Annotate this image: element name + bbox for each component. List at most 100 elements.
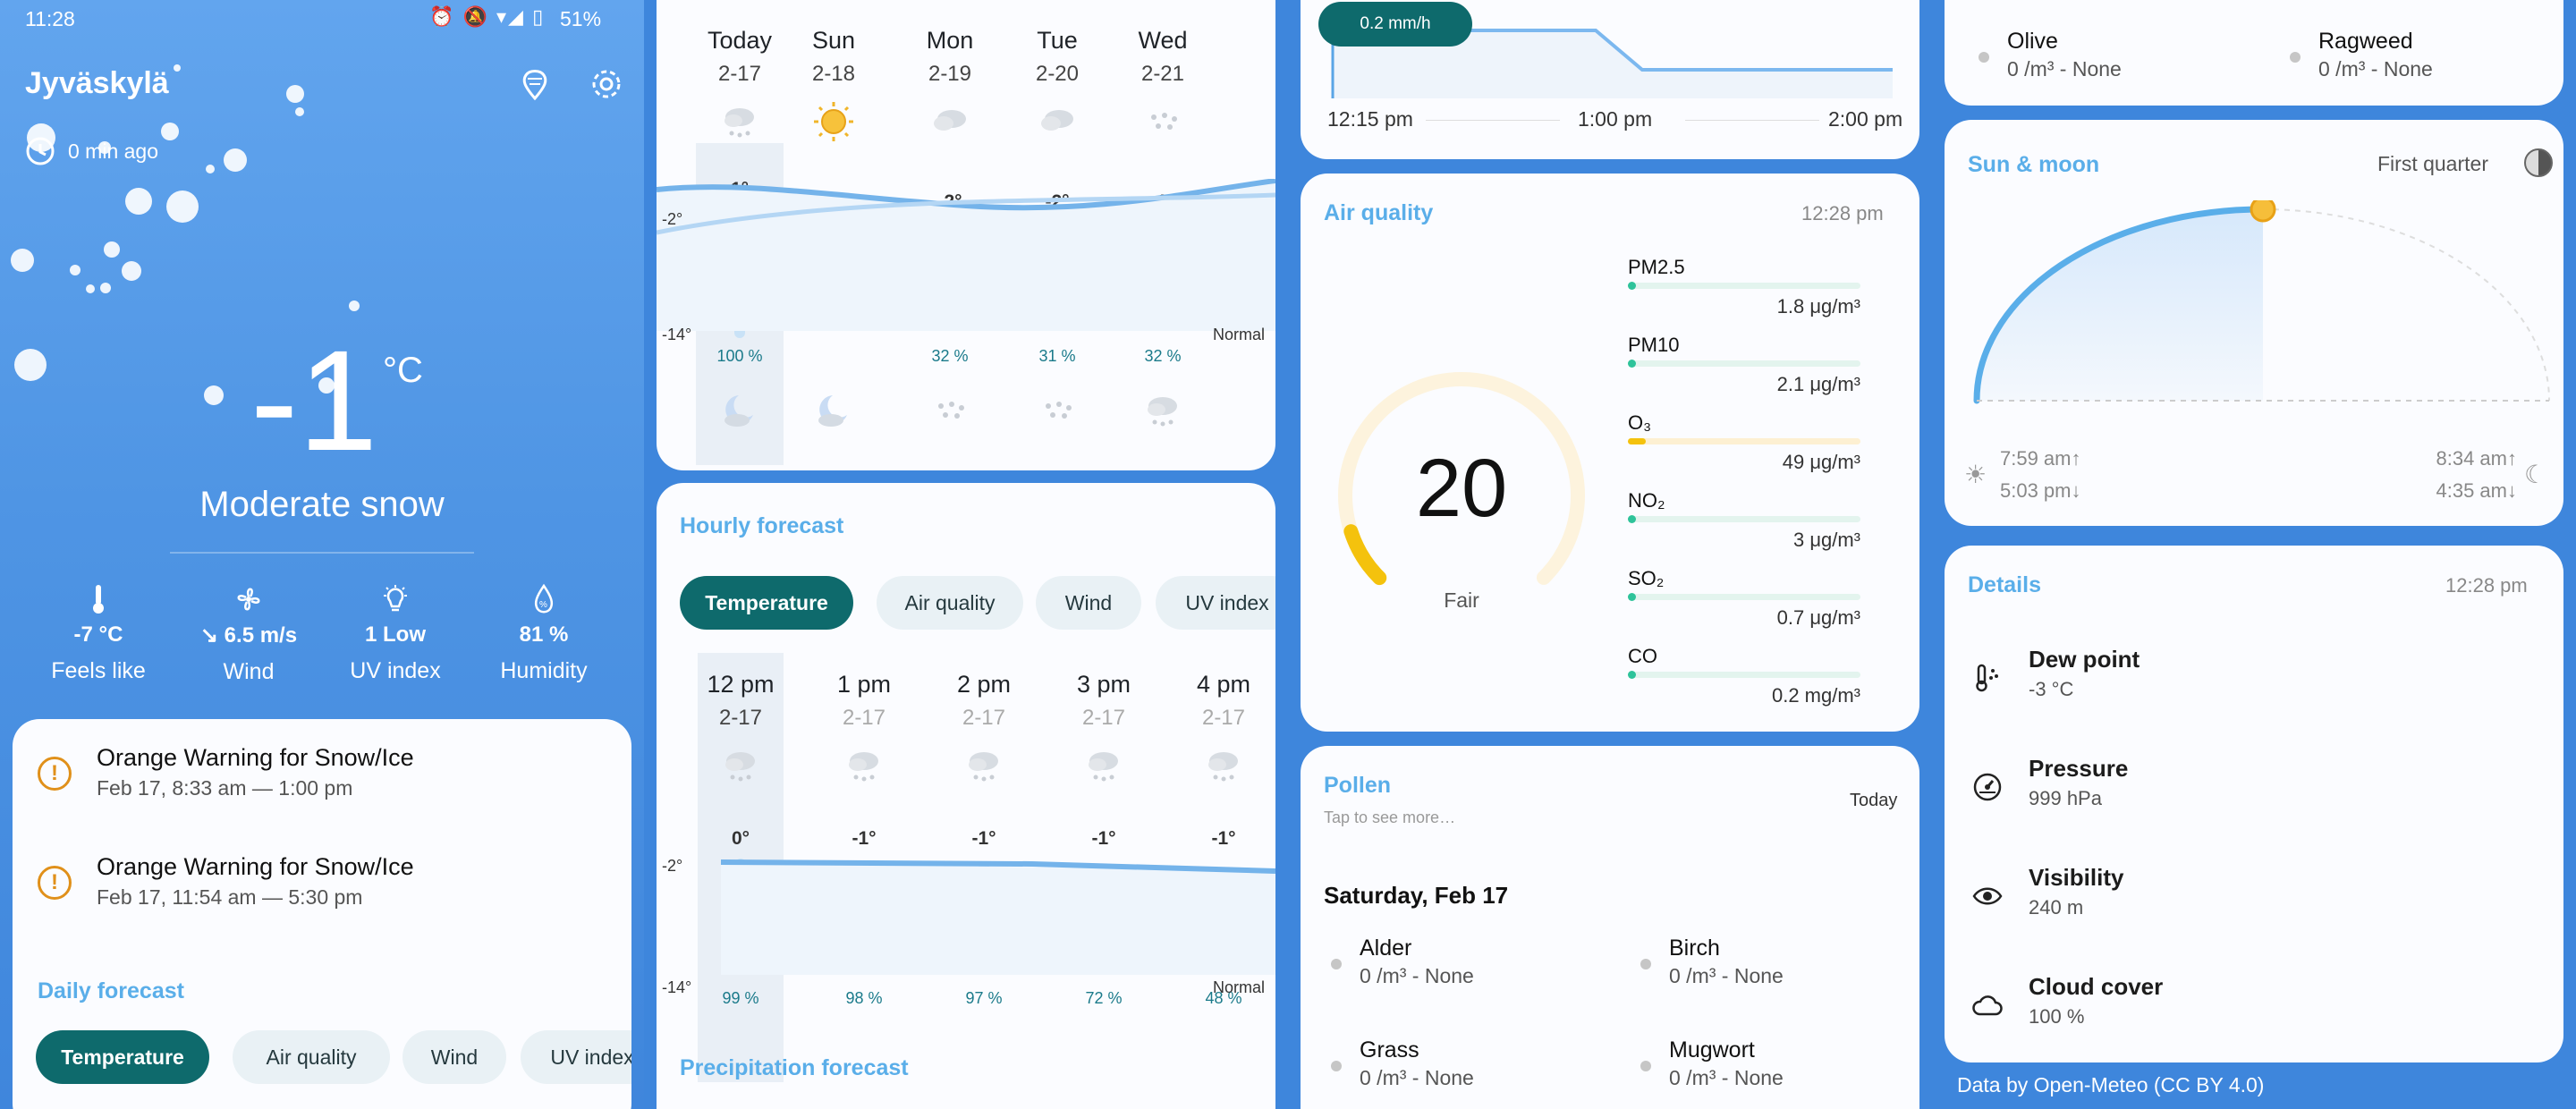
chip-air-quality[interactable]: Air quality [877,576,1023,630]
detail-name: Cloud cover [2029,973,2164,1000]
pollen-level-dot [1640,959,1651,969]
daily-forecast-day[interactable]: Today2-171°-7°100 % [686,27,793,427]
axis-bottom-label: -14° [662,978,692,996]
pollutant-level [1628,515,1636,523]
snowflake [206,165,215,174]
stat-value: 81 % [519,622,569,647]
pollutant-level [1628,282,1636,290]
sunrise-time: 7:59 am↑ [2000,447,2081,470]
snowflake [295,107,304,116]
pollen-date: Saturday, Feb 17 [1324,882,1509,909]
hour-date: 2-17 [842,706,886,730]
pollutant-value: 2.1 μg/m³ [1776,373,1860,395]
stat-label: Wind [223,659,275,684]
sunset-time: 5:03 pm↓ [2000,479,2081,502]
current-stat: ↘ 6.5 m/s Wind [177,583,320,685]
locations-icon[interactable] [517,66,553,102]
current-temperature: -1 [250,320,378,480]
daily-forecast-day[interactable]: Sun2-18-2°-6° [780,27,887,427]
hour-time: 3 pm [1076,671,1131,698]
day-date: 2-19 [928,62,972,86]
chip-temperature[interactable]: Temperature [680,576,853,630]
daily-forecast-title: Daily forecast [38,978,184,1003]
moon-icon: ☾ [2524,461,2547,488]
moon-cloud-icon [717,388,762,437]
chip-uv-index[interactable]: UV index [521,1030,631,1084]
warning-title[interactable]: Orange Warning for Snow/Ice [97,853,414,881]
snowflake [166,190,199,223]
warning-time: Feb 17, 11:54 am — 5:30 pm [97,885,363,909]
snow-cloud-icon [810,743,918,792]
day-name: Sun [811,27,856,54]
sun-icon: ☀ [1964,461,1987,488]
pollutant-level [1628,360,1636,368]
pollen-card-continued[interactable]: Olive 0 /m³ - None Ragweed 0 /m³ - None [1945,0,2563,106]
snowflake [14,349,47,381]
air-quality-title: Air quality [1324,200,1434,225]
pollen-card[interactable]: Pollen Tap to see more… Today Saturday, … [1301,746,1919,1109]
snowflake [104,241,120,258]
warning-title[interactable]: Orange Warning for Snow/Ice [97,744,414,772]
settings-gear-icon[interactable] [589,66,624,102]
chip-air-quality[interactable]: Air quality [233,1030,390,1084]
clock-icon [25,136,55,166]
stat-label: Feels like [51,658,146,683]
hourly-forecast-hour[interactable]: 3 pm 2-17 -1° 72 % [1050,671,1157,1007]
hourly-forecast-hour[interactable]: 2 pm 2-17 -1° 97 % [930,671,1038,1007]
hourly-forecast-hour[interactable]: 12 pm 2-17 0° 99 % [687,671,794,1007]
details-time: 12:28 pm [2445,574,2528,597]
chip-wind[interactable]: Wind [402,1030,506,1084]
day-name: Wed [1138,27,1188,54]
snowflake [100,283,111,293]
wind-fan-icon [177,583,320,619]
daily-forecast-day[interactable]: Wed2-21-1°-2°32 % [1109,27,1216,427]
stat-value: 1 Low [364,622,426,647]
chip-temperature[interactable]: Temperature [36,1030,209,1084]
pollutant-bar [1628,672,1860,678]
pollen-level-dot [2290,52,2301,63]
hour-date: 2-17 [962,706,1006,730]
day-name: Today [707,27,773,54]
pollutant-value: 1.8 μg/m³ [1776,295,1860,317]
warning-icon: ! [38,866,72,900]
detail-name: Dew point [2029,646,2140,673]
snowflake [349,301,360,311]
day-precip: 31 % [1038,347,1076,365]
axis-bottom-label: -14° [662,326,692,343]
snow-cloud-icon [1170,743,1275,792]
snowflake [174,64,181,72]
data-attribution[interactable]: Data by Open-Meteo (CC BY 4.0) [1957,1073,2264,1097]
uv-bulb-icon [324,583,467,619]
pollen-value: 0 /m³ - None [2007,57,2122,80]
day-precip: 32 % [931,347,969,365]
city-name[interactable]: Jyväskylä [25,66,169,101]
pollen-level-dot [1979,52,1989,63]
daily-forecast-day[interactable]: Tue2-20-2°-2°31 % [1004,27,1111,419]
detail-name: Pressure [2029,755,2129,782]
detail-value: 999 hPa [2029,787,2102,809]
snowflake [204,385,224,405]
cloud-icon [1971,989,2004,1026]
moon-cloud-icon [811,388,856,437]
pollutant-bar [1628,594,1860,600]
snow-cloud-icon [686,99,793,148]
daily-forecast-day[interactable]: Mon2-19-2°-4°32 % [896,27,1004,419]
detail-value: 240 m [2029,896,2084,919]
moon-phase-icon [2524,148,2553,177]
pollen-subtitle[interactable]: Tap to see more… [1324,808,1455,827]
chip-uv-index[interactable]: UV index [1156,576,1275,630]
day-date: 2-18 [811,62,856,86]
status-icons: ⏰ 🔕 ▾◢ ▯ [429,5,546,28]
pollutant-bar [1628,283,1860,289]
axis-top-label: -2° [662,210,683,228]
pollutant-name: CO [1628,645,1657,667]
moon-phase: First quarter [2377,152,2488,175]
chip-wind[interactable]: Wind [1036,576,1141,630]
pressure-gauge-icon [1971,771,2004,808]
sun-moon-title: Sun & moon [1968,152,2100,177]
hourly-forecast-hour[interactable]: 4 pm 2-17 -1° 48 % [1170,671,1275,1007]
hourly-forecast-hour[interactable]: 1 pm 2-17 -1° 98 % [810,671,918,1007]
air-quality-card[interactable]: Air quality 12:28 pm 20 Fair PM2.5 1.8 μg… [1301,174,1919,732]
current-stat: -7 °C Feels like [27,583,170,684]
hour-time: 12 pm [707,671,775,698]
